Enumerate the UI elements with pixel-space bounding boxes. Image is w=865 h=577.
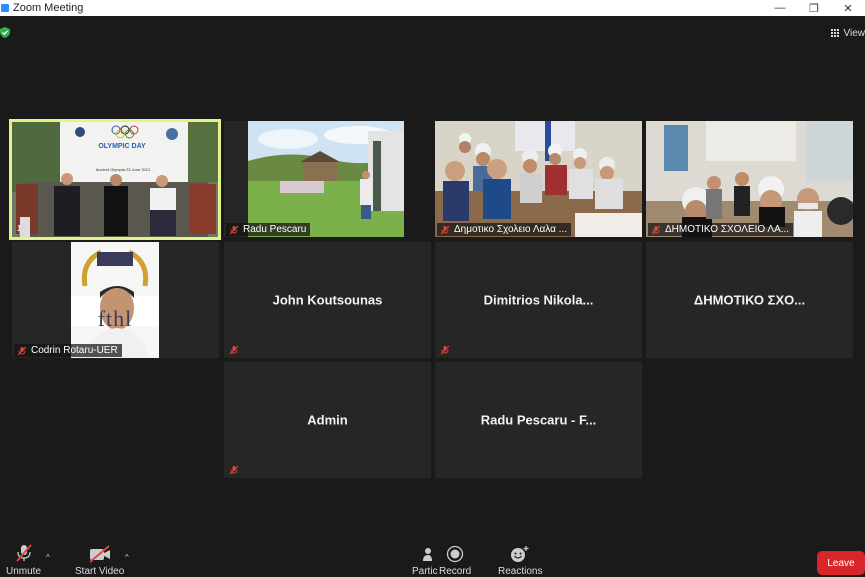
muted-mic-icon: [17, 346, 27, 355]
restore-button[interactable]: ❐: [797, 0, 831, 16]
zoom-window: Zoom Meeting — ❐ ✕ View OLYMPIC DAY Anci…: [0, 0, 865, 577]
video-tile-radu-pescaru[interactable]: Radu Pescaru: [224, 121, 404, 237]
video-options-caret-icon[interactable]: ^: [125, 553, 129, 562]
muted-mic-icon: [229, 225, 239, 234]
muted-mic-icon: [15, 544, 32, 562]
close-button[interactable]: ✕: [831, 0, 865, 16]
unmute-button[interactable]: Unmute: [6, 541, 41, 577]
start-video-label: Start Video: [75, 566, 125, 577]
name-tile-john-koutsounas[interactable]: John Koutsounas: [224, 242, 431, 358]
video-feed-classroom-2: [646, 121, 853, 237]
participant-name: ΔΗΜΟΤΙΚΟ ΣΧΟ...: [693, 292, 806, 308]
olympic-banner-title: OLYMPIC DAY: [98, 143, 146, 150]
participants-icon: [422, 548, 432, 561]
participant-name: John Koutsounas: [272, 292, 383, 308]
participant-name: Radu Pescaru: [243, 224, 307, 235]
view-label: View: [843, 27, 865, 39]
participant-name: Radu Pescaru - F...: [480, 412, 597, 428]
name-tile-radu-pescaru-f[interactable]: Radu Pescaru - F...: [435, 362, 642, 478]
video-feed-olympic-day: [12, 122, 218, 237]
title-bar: Zoom Meeting — ❐ ✕: [0, 0, 865, 16]
muted-mic-icon: [440, 345, 450, 355]
participant-name: Codrin Rotaru-UER: [31, 345, 118, 356]
window-controls: — ❐ ✕: [763, 0, 865, 16]
participant-label: ΔΗΜΟΤΙΚΟ ΣΧΟΛΕΙΟ ΛΑ...: [648, 223, 794, 236]
video-feed-classroom-1: [435, 121, 642, 237]
muted-mic-icon: [229, 345, 239, 355]
video-tile-school-2[interactable]: ΔΗΜΟΤΙΚΟ ΣΧΟΛΕΙΟ ΛΑ...: [646, 121, 853, 237]
participant-label: Codrin Rotaru-UER: [14, 344, 122, 357]
participant-label: Radu Pescaru: [226, 223, 311, 236]
participants-label: Partic: [412, 566, 438, 577]
meeting-toolbar: Unmute ^ Start Video ^ Partic Record Rea…: [0, 539, 865, 577]
participants-button[interactable]: Partic: [412, 541, 438, 577]
muted-mic-icon: [651, 225, 661, 234]
leave-button[interactable]: Leave: [817, 551, 865, 575]
reactions-icon: [511, 546, 529, 562]
spotlight-pin-icon: [17, 225, 23, 234]
video-feed-portrait: [71, 242, 159, 358]
participant-label: Δημοτικο Σχολειο Λαλα ...: [437, 223, 572, 236]
reactions-button[interactable]: Reactions: [498, 541, 542, 577]
video-feed-field: [248, 121, 404, 237]
name-tile-admin[interactable]: Admin: [224, 362, 431, 478]
video-off-icon: [89, 545, 110, 563]
muted-mic-icon: [440, 225, 450, 234]
portrait-background-text: fthl: [97, 306, 133, 331]
grid-view-icon: [830, 28, 840, 38]
participant-name: Dimitrios Nikola...: [483, 292, 594, 308]
reactions-label: Reactions: [498, 566, 543, 577]
window-title: Zoom Meeting: [13, 2, 84, 14]
minimize-button[interactable]: —: [763, 0, 797, 16]
video-tile-codrin-rotaru[interactable]: fthl Codrin Rotaru-UER: [12, 242, 219, 358]
name-tile-dimotiko[interactable]: ΔΗΜΟΤΙΚΟ ΣΧΟ...: [646, 242, 853, 358]
video-tile-olympic-day[interactable]: OLYMPIC DAY Ancient Olympia 23 June 2021: [9, 119, 221, 240]
participant-name: Admin: [307, 412, 348, 428]
muted-mic-icon: [229, 465, 239, 475]
name-tile-dimitrios[interactable]: Dimitrios Nikola...: [435, 242, 642, 358]
record-label: Record: [439, 566, 472, 577]
participant-name: ΔΗΜΟΤΙΚΟ ΣΧΟΛΕΙΟ ΛΑ...: [665, 224, 790, 235]
record-icon: [446, 545, 464, 563]
unmute-label: Unmute: [6, 566, 42, 577]
audio-options-caret-icon[interactable]: ^: [46, 553, 50, 562]
participant-name: Δημοτικο Σχολειο Λαλα ...: [454, 224, 568, 235]
olympic-banner-subtitle: Ancient Olympia 23 June 2021: [95, 167, 151, 172]
record-button[interactable]: Record: [439, 541, 471, 577]
encryption-shield-icon[interactable]: [0, 27, 10, 38]
start-video-button[interactable]: Start Video: [75, 541, 124, 577]
zoom-app-icon: [1, 4, 9, 12]
view-button[interactable]: View: [830, 26, 865, 40]
video-tile-school-1[interactable]: Δημοτικο Σχολειο Λαλα ...: [435, 121, 642, 237]
